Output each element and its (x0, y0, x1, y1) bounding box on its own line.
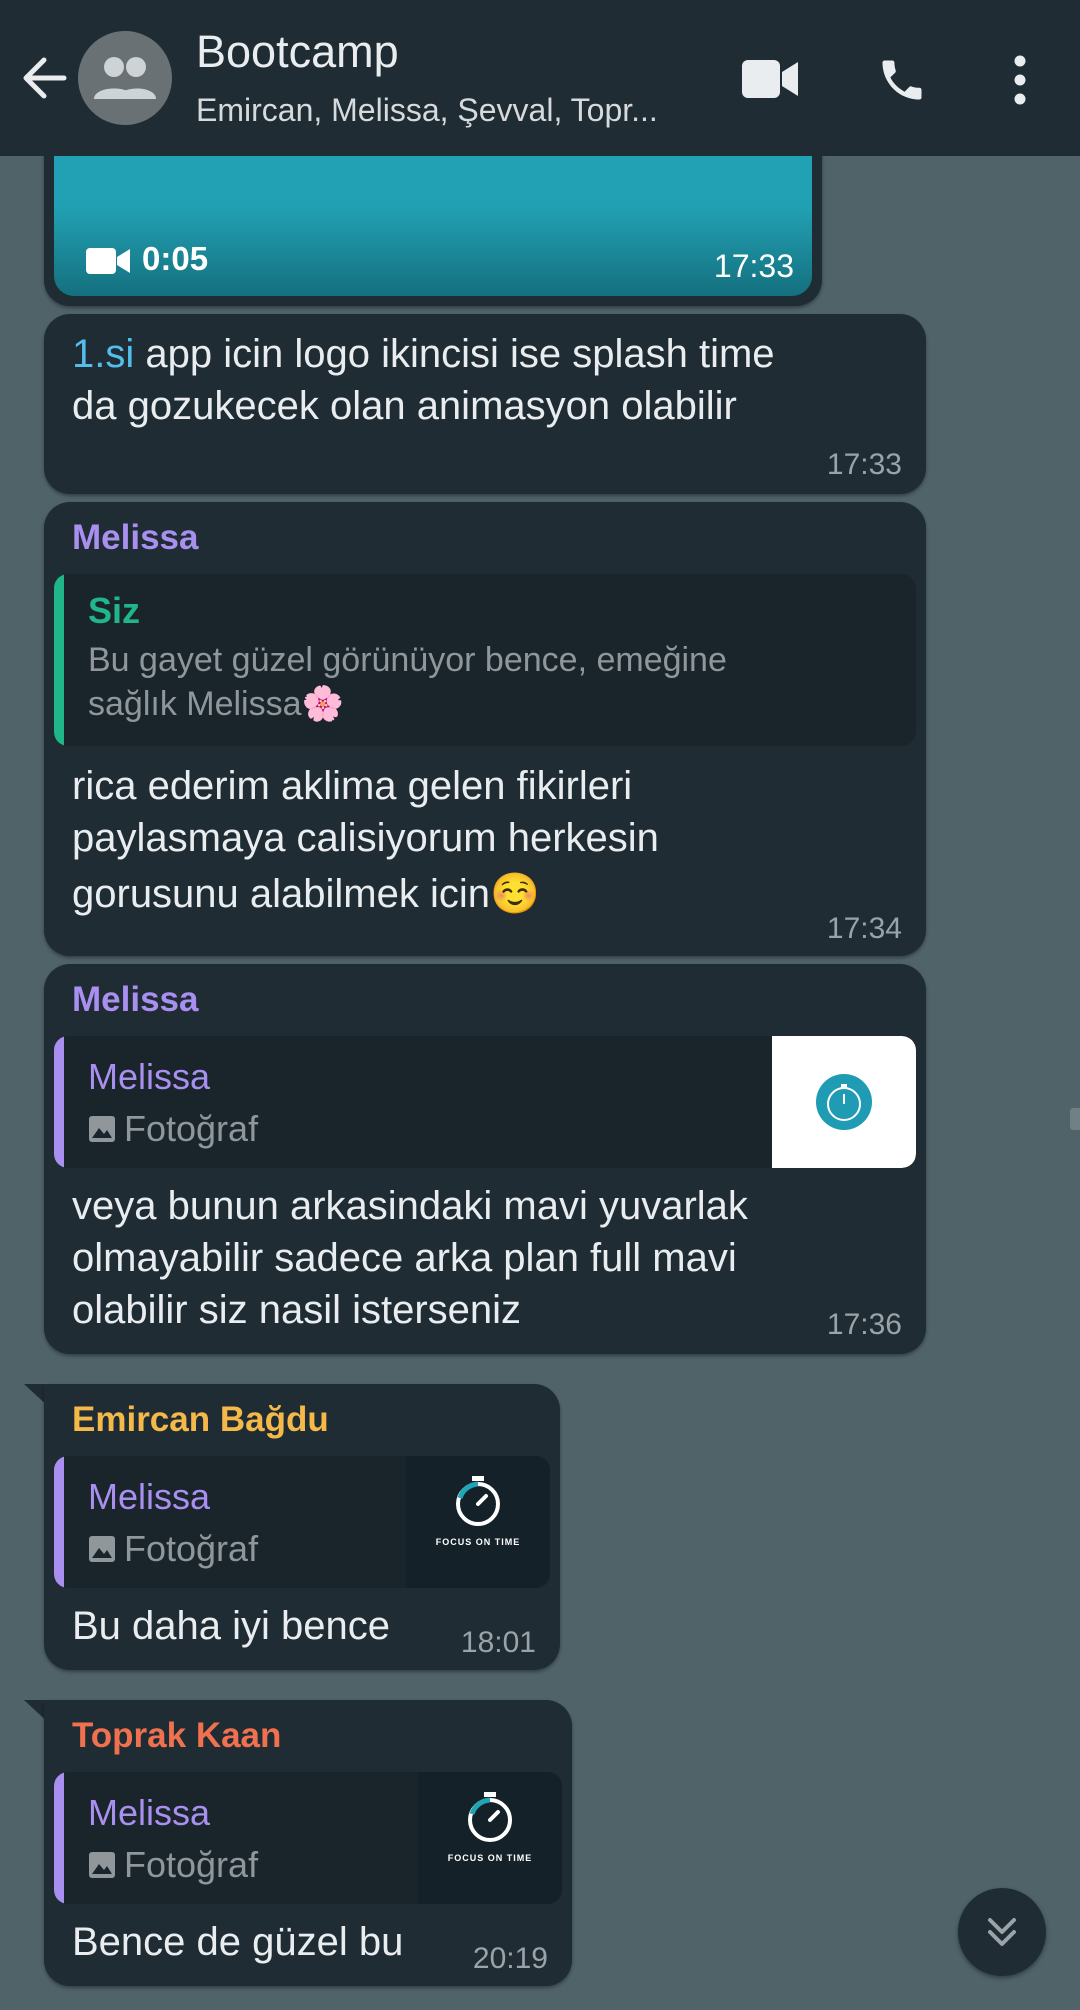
quote-sender: Melissa (88, 1476, 211, 1517)
participants-list[interactable]: Emircan, Melissa, Şevval, Topr... (196, 92, 696, 129)
quoted-message[interactable]: Siz Bu gayet güzel görünüyor bence, emeğ… (54, 574, 916, 746)
message-time: 17:33 (826, 448, 902, 481)
quoted-message[interactable]: Melissa Fotoğraf (54, 1036, 916, 1168)
message-text: rica ederim aklima gelen fikirleri payla… (72, 764, 659, 916)
message-text: 1.si app icin logo ikincisi ise splash t… (72, 332, 775, 428)
quote-thumbnail[interactable]: FOCUS ON TIME (406, 1456, 550, 1588)
sender-name[interactable]: Emircan Bağdu (72, 1400, 329, 1440)
chat-title[interactable]: Bootcamp (196, 26, 399, 78)
voice-call-icon[interactable] (876, 54, 928, 106)
chat-header: Bootcamp Emircan, Melissa, Şevval, Topr.… (0, 0, 1080, 156)
photo-icon (89, 1852, 115, 1878)
message-time: 17:36 (826, 1308, 902, 1341)
stopwatch-logo-icon (456, 1476, 500, 1526)
quote-sender: Melissa (88, 1056, 211, 1097)
sender-name[interactable]: Melissa (72, 518, 198, 558)
quote-bar (54, 1456, 64, 1588)
message-text: Bence de güzel bu (72, 1920, 404, 1964)
more-options-icon[interactable] (1008, 54, 1032, 106)
message-time: 17:34 (826, 912, 902, 945)
sender-name[interactable]: Melissa (72, 980, 198, 1020)
stopwatch-logo-icon (468, 1792, 512, 1842)
video-call-icon[interactable] (742, 58, 800, 100)
thumbnail-label: FOCUS ON TIME (447, 1853, 533, 1863)
quote-sender: Melissa (88, 1792, 211, 1833)
video-duration: 0:05 (142, 240, 209, 277)
video-camera-icon (86, 248, 130, 274)
group-avatar[interactable] (78, 31, 172, 125)
quote-photo-label: Fotoğraf (88, 1528, 258, 1570)
back-arrow-icon[interactable] (18, 52, 70, 104)
double-chevron-down-icon (988, 1918, 1016, 1946)
message-time: 17:33 (713, 248, 794, 284)
quote-bar (54, 1036, 64, 1168)
thumbnail-label: FOCUS ON TIME (435, 1537, 521, 1547)
message-bubble[interactable]: 1.si app icin logo ikincisi ise splash t… (44, 314, 926, 494)
message-bubble[interactable]: Melissa Siz Bu gayet güzel görünüyor ben… (44, 502, 926, 956)
quote-photo-label: Fotoğraf (88, 1844, 258, 1886)
message-link[interactable]: 1.si (72, 332, 134, 376)
quote-sender: Siz (88, 590, 141, 631)
quoted-message[interactable]: Melissa Fotoğraf FOCUS ON TIME (54, 1456, 550, 1588)
stopwatch-logo-icon (816, 1074, 872, 1130)
quote-photo-label: Fotoğraf (88, 1108, 258, 1150)
message-bubble[interactable]: Toprak Kaan Melissa Fotoğraf FOCUS ON TI… (44, 1700, 572, 1986)
photo-icon (89, 1536, 115, 1562)
message-bubble[interactable]: Emircan Bağdu Melissa Fotoğraf FOCUS ON … (44, 1384, 560, 1670)
group-icon (94, 57, 156, 99)
scroll-indicator[interactable] (1070, 1108, 1080, 1130)
quote-text: Bu gayet güzel görünüyor bence, emeğine … (88, 641, 727, 723)
sender-name[interactable]: Toprak Kaan (72, 1716, 281, 1756)
scroll-to-bottom-button[interactable] (958, 1888, 1046, 1976)
message-time: 20:19 (472, 1942, 548, 1975)
quote-bar (54, 574, 64, 746)
message-bubble[interactable]: Melissa Melissa Fotoğraf veya bunun arka… (44, 964, 926, 1354)
photo-icon (89, 1116, 115, 1142)
quote-thumbnail[interactable] (772, 1036, 916, 1168)
quote-thumbnail[interactable]: FOCUS ON TIME (418, 1772, 562, 1904)
quoted-message[interactable]: Melissa Fotoğraf FOCUS ON TIME (54, 1772, 562, 1904)
quote-bar (54, 1772, 64, 1904)
message-time: 18:01 (460, 1626, 536, 1659)
message-text: veya bunun arkasindaki mavi yuvarlak olm… (72, 1184, 748, 1332)
message-text: Bu daha iyi bence (72, 1604, 391, 1648)
